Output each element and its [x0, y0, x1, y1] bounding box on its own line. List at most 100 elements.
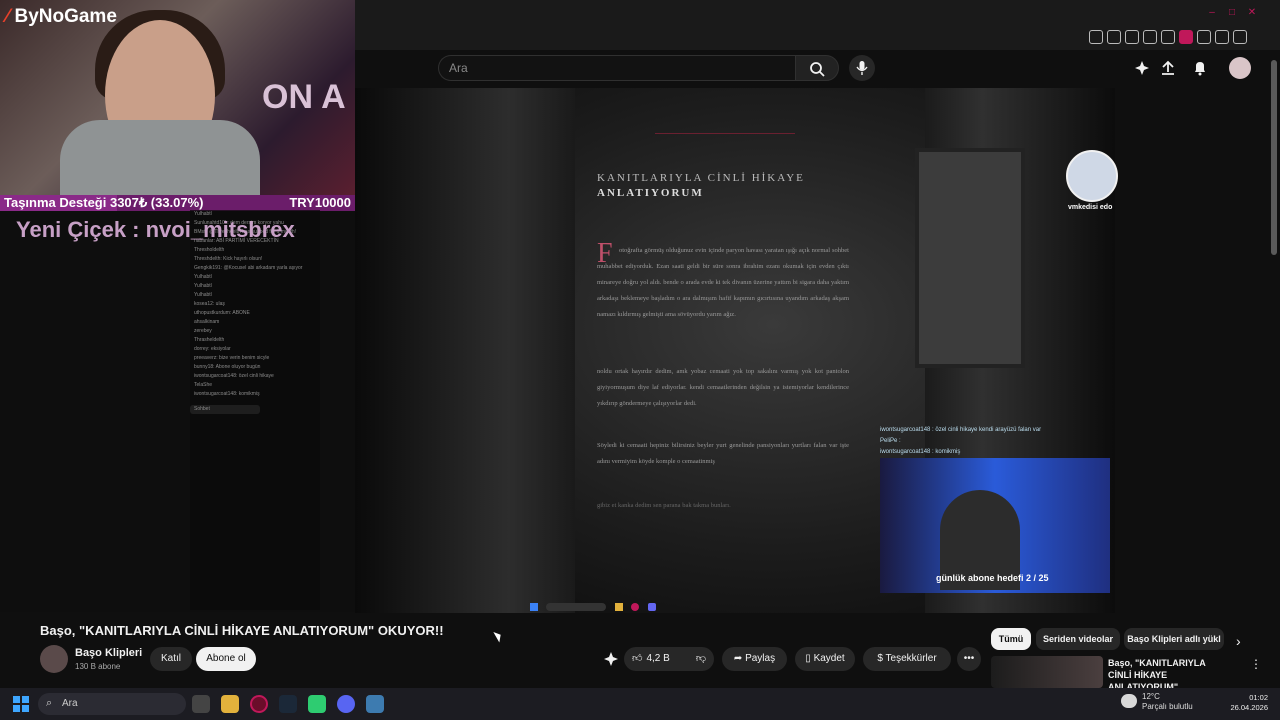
tab-icon[interactable]	[1107, 30, 1121, 44]
doc-paragraph-3: Söyledi ki cemaati hepiniz bilirsiniz be…	[597, 442, 849, 465]
browser-toolbar	[355, 0, 1280, 50]
video-scene-left	[355, 88, 575, 613]
on-air-sign: ON A	[262, 78, 346, 116]
donation-label: Taşınma Desteği 3307₺ (33.07%)	[4, 195, 204, 210]
pin-icon[interactable]	[1089, 30, 1103, 44]
bell-icon[interactable]	[1192, 60, 1208, 76]
doc-paragraph-1: otoğrafta görmüş olduğunuz evin içinde p…	[597, 247, 849, 318]
star-icon[interactable]	[1215, 30, 1229, 44]
search-icon	[810, 62, 825, 77]
share-icon: ➦	[733, 653, 746, 664]
captured-search-bar	[546, 603, 607, 611]
chat-line: Yulhabtl	[194, 292, 212, 298]
chip-series[interactable]: Seriden videolar	[1036, 628, 1120, 650]
captured-folder-icon	[614, 603, 623, 611]
cam2-chat-line: iwontsugarcoat148 : özel cinli hikaye ke…	[880, 427, 1042, 433]
thanks-button[interactable]: $ Teşekkürler	[863, 647, 951, 671]
settings-app-icon[interactable]	[366, 695, 384, 713]
chat-line: Yulhabtl	[194, 283, 212, 289]
opera-gx-icon[interactable]	[250, 695, 268, 713]
menu-icon[interactable]	[1233, 30, 1247, 44]
shield-icon[interactable]	[1125, 30, 1139, 44]
webcam-hoodie	[60, 120, 260, 195]
clock-time: 01:02	[1249, 693, 1268, 702]
chat-send-input[interactable]: Sohbet	[190, 405, 260, 414]
weather-widget[interactable]: 12°C Parçalı bulutlu	[1142, 692, 1193, 712]
doc-paragraph-2: noldu ortak hayırdır dedim, amk yobaz ce…	[597, 368, 849, 407]
brand-mark-icon: ⁄	[6, 6, 10, 27]
doc-title-line1: KANITLARIYLA CİNLİ HİKAYE	[597, 172, 805, 184]
chip-channel-uploads[interactable]: Başo Klipleri adlı yükl	[1124, 628, 1224, 650]
chat-line: kosea12: ulaş	[194, 301, 225, 307]
channel-avatar[interactable]	[40, 645, 68, 673]
stream-chat-overlay: Yulhabtl Sunlunahtd10k: dem dersim koryor…	[190, 210, 320, 610]
chat-line: bunny18: Abone oluyor bugün	[194, 364, 261, 370]
like-button[interactable]: 👍︎ 4,2 B	[632, 651, 688, 667]
dollar-icon: $	[877, 653, 886, 664]
dislike-button[interactable]: 👎︎	[688, 647, 714, 671]
puzzle-icon[interactable]	[1179, 30, 1193, 44]
upload-icon[interactable]	[1160, 60, 1176, 76]
create-icon[interactable]	[1134, 60, 1150, 76]
steam-icon[interactable]	[279, 695, 297, 713]
viewer-avatar	[1066, 150, 1118, 202]
cam2-chat: iwontsugarcoat148 : özel cinli hikaye ke…	[880, 425, 1120, 458]
close-button[interactable]: ✕	[1245, 8, 1259, 18]
taskbar-clock[interactable]: 01:02 26.04.2026	[1222, 693, 1268, 713]
clock-date: 26.04.2026	[1230, 703, 1268, 712]
join-button[interactable]: Katıl	[150, 647, 192, 671]
chat-app-icon[interactable]	[308, 695, 326, 713]
file-explorer-icon[interactable]	[221, 695, 239, 713]
taskbar-search[interactable]: Ara	[38, 693, 186, 715]
chat-line: iwontsugarcoat148: özel cinli hikaye	[194, 373, 274, 379]
chat-line: Thresholdelth	[194, 247, 225, 253]
cam2-chat-line: iwontsugarcoat148 : komikmiş	[880, 449, 961, 455]
like-count: 4,2 B	[646, 653, 670, 664]
bookmark-icon: ▯	[805, 653, 814, 664]
doc-title-line2: ANLATIYORUM	[597, 187, 704, 199]
ai-spark-icon[interactable]	[604, 652, 618, 666]
chat-line: dorrey: eksiyolar	[194, 346, 231, 352]
search-input[interactable]: Ara	[438, 55, 796, 81]
recommendation-menu-icon[interactable]: ⋮	[1250, 657, 1262, 671]
donation-goal: TRY10000	[289, 195, 351, 210]
chat-line: uthopustkurdum: ABONE	[194, 310, 250, 316]
account-avatar[interactable]	[1229, 57, 1251, 79]
channel-name[interactable]: Başo Klipleri	[75, 647, 142, 659]
discord-icon[interactable]	[337, 695, 355, 713]
captured-start-icon	[530, 603, 538, 611]
task-view-icon[interactable]	[192, 695, 210, 713]
donation-progress-bar: Taşınma Desteği 3307₺ (33.07%) TRY10000	[0, 195, 355, 211]
windows-start-icon[interactable]	[13, 696, 29, 712]
doc-rule	[655, 133, 795, 134]
chat-line: Gengkik191: @Kocusel abi arkadam yarla a…	[194, 265, 303, 271]
save-button[interactable]: ▯ Kaydet	[795, 647, 855, 671]
voice-search-button[interactable]	[849, 55, 875, 81]
taskbar-search-icon: ⌕	[46, 697, 53, 709]
streamer-webcam: ON A ⁄ ByNoGame	[0, 0, 355, 195]
chip-all[interactable]: Tümü	[991, 628, 1031, 650]
thanks-label: Teşekkürler	[885, 653, 937, 664]
chat-line: iwontsugarcoat148: komikmiş	[194, 391, 260, 397]
recommendation-thumbnail[interactable]	[991, 656, 1103, 688]
page-scrollbar[interactable]	[1271, 60, 1277, 255]
subscribe-button[interactable]: Abone ol	[196, 647, 256, 671]
follower-alert: Yeni Çiçek : nvoi_mitsbrex	[16, 217, 295, 242]
ellipsis-icon: •••	[963, 653, 975, 664]
profile-icon[interactable]	[1197, 30, 1211, 44]
captured-app-icon	[631, 603, 640, 611]
brand-logo: ⁄ ByNoGame	[6, 6, 117, 28]
maximize-button[interactable]: □	[1225, 8, 1239, 18]
search-button[interactable]	[795, 55, 839, 81]
play-icon[interactable]	[1143, 30, 1157, 44]
video-scene-window	[915, 148, 1025, 368]
heart-icon[interactable]	[1161, 30, 1175, 44]
chevron-right-icon[interactable]: ›	[1236, 633, 1241, 649]
thumb-down-icon: 👎︎	[695, 653, 707, 664]
thumb-up-icon: 👍︎	[632, 653, 643, 664]
more-actions-button[interactable]: •••	[957, 647, 981, 671]
minimize-button[interactable]: –	[1205, 8, 1219, 18]
chat-line: preeaverz: bize verin benim sicyle	[194, 355, 270, 361]
save-label: Kaydet	[813, 653, 845, 664]
share-button[interactable]: ➦ Paylaş	[722, 647, 787, 671]
